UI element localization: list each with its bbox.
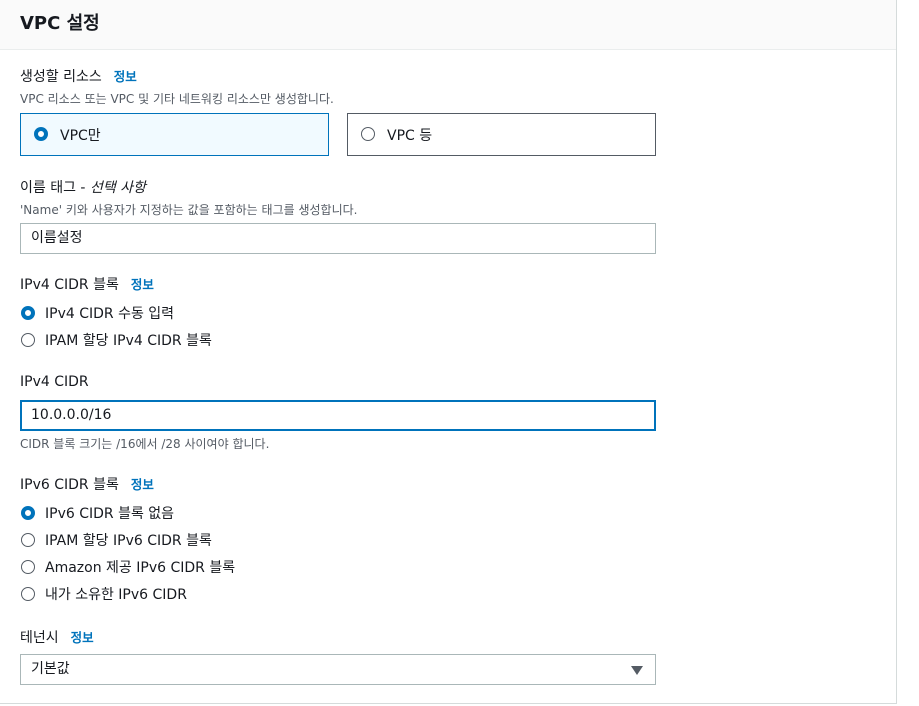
ipv4-block-info-link[interactable]: 정보: [131, 277, 154, 292]
name-tag-optional: 선택 사항: [89, 180, 146, 196]
radio-ipv6-owned[interactable]: [21, 587, 35, 601]
name-tag-description: 'Name' 키와 사용자가 지정하는 값을 포함하는 태그를 생성합니다.: [20, 203, 358, 217]
radio-ipv4-manual-label: IPv4 CIDR 수동 입력: [45, 306, 175, 322]
radio-vpc-only[interactable]: [34, 127, 48, 141]
resources-description: VPC 리소스 또는 VPC 및 기타 네트워킹 리소스만 생성합니다.: [20, 92, 334, 106]
ipv4-cidr-input[interactable]: 10.0.0.0/16: [20, 400, 656, 431]
name-tag-input[interactable]: 이름설정: [20, 223, 656, 254]
tenancy-info-link[interactable]: 정보: [71, 630, 94, 645]
tenancy-label: 테넌시: [20, 630, 59, 646]
vpc-settings-panel: VPC 설정 생성할 리소스 정보 VPC 리소스 또는 VPC 및 기타 네트워…: [0, 0, 897, 704]
panel-title: VPC 설정: [20, 13, 100, 34]
radio-ipv6-none-label: IPv6 CIDR 블록 없음: [45, 506, 175, 522]
radio-ipv6-none[interactable]: [21, 506, 35, 520]
radio-ipv4-ipam-label: IPAM 할당 IPv4 CIDR 블록: [45, 333, 212, 349]
tile-vpc-only-label: VPC만: [60, 128, 101, 144]
resources-label: 생성할 리소스: [20, 69, 102, 85]
tenancy-heading: 테넌시 정보: [20, 627, 94, 647]
caret-down-icon: [631, 666, 643, 675]
panel-header: VPC 설정: [0, 0, 896, 50]
radio-vpc-and-more[interactable]: [361, 127, 375, 141]
ipv4-block-heading: IPv4 CIDR 블록 정보: [20, 274, 154, 294]
radio-ipv4-manual[interactable]: [21, 306, 35, 320]
tile-vpc-and-more-label: VPC 등: [387, 128, 433, 144]
ipv4-cidr-label: IPv4 CIDR: [20, 374, 89, 390]
ipv6-block-label: IPv6 CIDR 블록: [20, 477, 119, 493]
name-tag-label: 이름 태그 -: [20, 180, 90, 196]
ipv4-cidr-hint: CIDR 블록 크기는 /16에서 /28 사이여야 합니다.: [20, 437, 270, 451]
tile-vpc-only[interactable]: VPC만: [20, 113, 329, 156]
radio-ipv6-amazon-label: Amazon 제공 IPv6 CIDR 블록: [45, 560, 236, 576]
resources-info-link[interactable]: 정보: [114, 69, 137, 84]
radio-ipv6-ipam[interactable]: [21, 533, 35, 547]
radio-ipv6-amazon[interactable]: [21, 560, 35, 574]
name-tag-heading: 이름 태그 - 선택 사항: [20, 177, 146, 197]
radio-ipv6-ipam-label: IPAM 할당 IPv6 CIDR 블록: [45, 533, 212, 549]
tenancy-select-value: 기본값: [31, 661, 70, 677]
ipv6-block-heading: IPv6 CIDR 블록 정보: [20, 474, 154, 494]
radio-ipv6-owned-label: 내가 소유한 IPv6 CIDR: [45, 587, 187, 603]
ipv4-block-label: IPv4 CIDR 블록: [20, 277, 119, 293]
ipv6-block-info-link[interactable]: 정보: [131, 477, 154, 492]
tile-vpc-and-more[interactable]: VPC 등: [347, 113, 656, 156]
resources-heading: 생성할 리소스 정보: [20, 66, 137, 86]
radio-ipv4-ipam[interactable]: [21, 333, 35, 347]
tenancy-select[interactable]: 기본값: [20, 654, 656, 685]
